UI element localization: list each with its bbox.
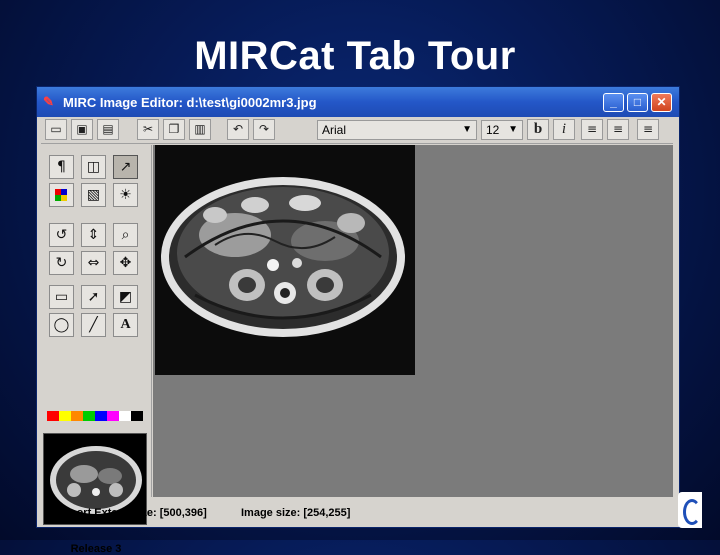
minimize-button[interactable]: _ xyxy=(603,93,624,112)
flip-horizontal-icon[interactable]: ⇔ xyxy=(81,251,106,275)
oval-icon[interactable]: ◯ xyxy=(49,313,74,337)
copy-icon[interactable]: ❐ xyxy=(163,119,185,140)
line-icon[interactable]: ╱ xyxy=(81,313,106,337)
title-bar[interactable]: ✎ MIRC Image Editor: d:\test\gi0002mr3.j… xyxy=(37,87,679,117)
align-right-icon[interactable]: ≡ xyxy=(637,119,659,140)
chevron-down-icon: ▼ xyxy=(508,124,518,135)
pilcrow-icon[interactable]: ¶ xyxy=(49,155,74,179)
align-left-icon[interactable]: ≡ xyxy=(581,119,603,140)
toggle-view-icon[interactable]: ◫ xyxy=(81,155,106,179)
italic-button[interactable]: i xyxy=(553,119,575,140)
image-size-status: Image size: [254,255] xyxy=(241,507,351,519)
color-swatch-black[interactable] xyxy=(131,411,143,421)
redo-icon[interactable]: ↷ xyxy=(253,119,275,140)
select-arrow-icon[interactable]: ↗ xyxy=(113,155,138,179)
color-swatch-blue[interactable] xyxy=(95,411,107,421)
bold-button[interactable]: b xyxy=(527,119,549,140)
cut-icon[interactable]: ✂ xyxy=(137,119,159,140)
undo-icon[interactable]: ↶ xyxy=(227,119,249,140)
color-swatch-magenta[interactable] xyxy=(107,411,119,421)
rectangle-icon[interactable]: ▭ xyxy=(49,285,74,309)
maximize-button[interactable]: □ xyxy=(627,93,648,112)
save-all-icon[interactable]: ▤ xyxy=(97,119,119,140)
eraser-icon[interactable]: ◩ xyxy=(113,285,138,309)
color-grid-icon[interactable] xyxy=(49,183,74,207)
move-icon[interactable]: ✥ xyxy=(113,251,138,275)
release-label: Release 3 xyxy=(70,543,122,555)
color-swatch-white[interactable] xyxy=(119,411,131,421)
window-title: MIRC Image Editor: d:\test\gi0002mr3.jpg xyxy=(63,95,317,110)
color-swatch-yellow[interactable] xyxy=(59,411,71,421)
save-icon[interactable]: ▣ xyxy=(71,119,93,140)
tool-panel: ¶ ◫ ↗ ▧ ☀ ↺ ⇕ ⌕ ↻ ⇔ ✥ ▭ ➚ ◩ ◯ ╱ A Releas… xyxy=(41,145,152,555)
brightness-icon[interactable]: ☀ xyxy=(113,183,138,207)
logo-icon xyxy=(678,492,702,528)
font-size-select[interactable]: 12 ▼ xyxy=(481,120,523,140)
rotate-left-icon[interactable]: ↺ xyxy=(49,223,74,247)
image-icon[interactable]: ▧ xyxy=(81,183,106,207)
paste-icon[interactable]: ▥ xyxy=(189,119,211,140)
status-bar: Viewport Extent Size: [500,396] Image si… xyxy=(41,501,673,525)
toolbar: ▭ ▣ ▤ ✂ ❐ ▥ ↶ ↷ Arial ▼ 12 ▼ b i ≡ ≡ ≡ xyxy=(41,117,673,144)
slide-title: MIRCat Tab Tour xyxy=(194,34,516,78)
new-icon[interactable]: ▭ xyxy=(45,119,67,140)
font-select-value: Arial xyxy=(322,123,347,137)
viewport-size-status: Viewport Extent Size: [500,396] xyxy=(45,507,207,519)
text-tool-icon[interactable]: A xyxy=(113,313,138,337)
rotate-right-icon[interactable]: ↻ xyxy=(49,251,74,275)
zoom-icon[interactable]: ⌕ xyxy=(113,223,138,247)
color-swatch-green[interactable] xyxy=(83,411,95,421)
flip-vertical-icon[interactable]: ⇕ xyxy=(81,223,106,247)
arrow-icon[interactable]: ➚ xyxy=(81,285,106,309)
mri-image[interactable] xyxy=(155,145,415,375)
font-size-value: 12 xyxy=(486,123,500,137)
close-button[interactable]: ✕ xyxy=(651,93,672,112)
app-icon: ✎ xyxy=(43,94,54,109)
font-select[interactable]: Arial ▼ xyxy=(317,120,477,140)
image-viewport[interactable] xyxy=(153,145,673,497)
align-center-icon[interactable]: ≡ xyxy=(607,119,629,140)
color-swatch-red[interactable] xyxy=(47,411,59,421)
color-swatch-orange[interactable] xyxy=(71,411,83,421)
image-editor-window: ✎ MIRC Image Editor: d:\test\gi0002mr3.j… xyxy=(36,86,680,555)
chevron-down-icon: ▼ xyxy=(462,124,472,135)
